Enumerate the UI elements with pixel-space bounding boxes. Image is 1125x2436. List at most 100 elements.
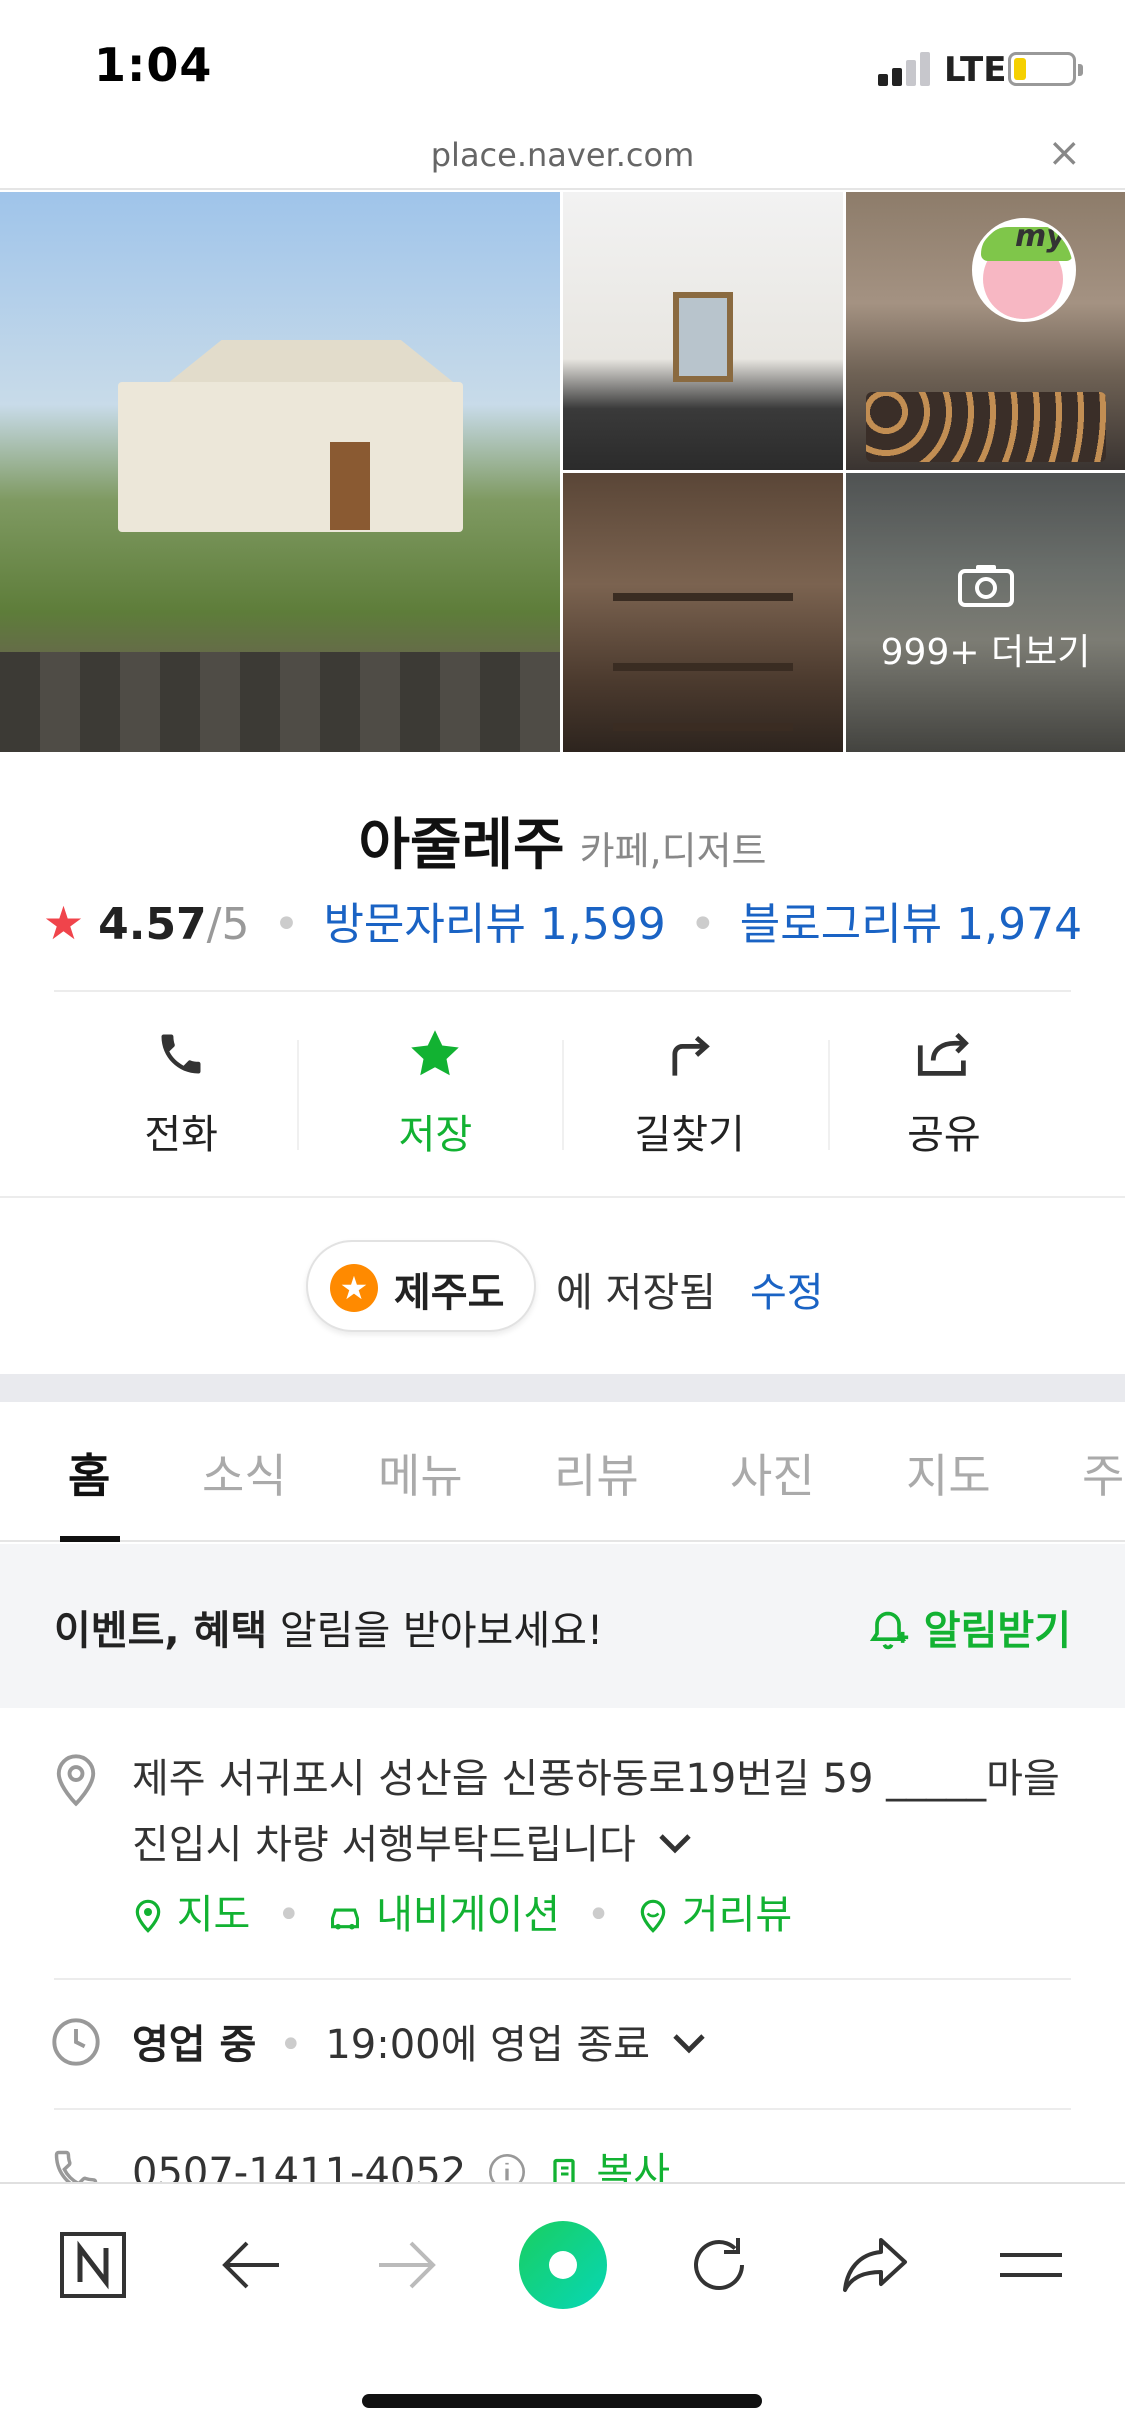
saved-text: 에 저장됨: [556, 1270, 716, 1316]
share-button[interactable]: 공유: [817, 1020, 1071, 1170]
action-bar: 전화 저장 길찾기 공유: [54, 1020, 1071, 1170]
streetview-label: 거리뷰: [681, 1892, 793, 1938]
bell-icon: [869, 1611, 909, 1650]
status-time: 1:04: [94, 38, 213, 92]
place-name: 아줄레주: [358, 813, 565, 878]
tab-more[interactable]: 주: [1082, 1440, 1124, 1506]
separator-dot: •: [273, 899, 300, 950]
arrow-left-icon: [222, 2241, 279, 2289]
folder-name: 제주도: [394, 1270, 505, 1316]
rating-max: /5: [206, 899, 250, 950]
divider: [562, 1040, 564, 1150]
pin-icon: [135, 1899, 161, 1933]
closing-time: 19:00에 영업 종료: [325, 2022, 651, 2068]
edit-link[interactable]: 수정: [750, 1260, 824, 1318]
subscribe-label: 알림받기: [923, 1608, 1071, 1654]
notice-rest: 알림을 받아보세요!: [267, 1608, 603, 1654]
my-badge[interactable]: my: [972, 218, 1076, 322]
section-gap: [0, 1374, 1125, 1402]
url-bar[interactable]: place.naver.com ×: [0, 130, 1125, 190]
subscribe-button[interactable]: 알림받기: [866, 1598, 1071, 1656]
notice-text: 이벤트, 혜택 알림을 받아보세요!: [54, 1598, 603, 1656]
share-arrow-icon: [843, 2238, 907, 2292]
navigation-label: 내비게이션: [376, 1892, 561, 1938]
tab-news[interactable]: 소식: [202, 1440, 287, 1506]
tab-bar: 홈 소식 메뉴 리뷰 사진 지도 주: [0, 1402, 1125, 1542]
place-category: 카페,디저트: [579, 829, 767, 873]
notice-bold: 이벤트, 혜택: [54, 1608, 268, 1654]
streetview-link[interactable]: 거리뷰: [624, 1892, 792, 1938]
tab-menu[interactable]: 메뉴: [378, 1440, 463, 1506]
divider: [0, 1196, 1125, 1198]
map-label: 지도: [176, 1892, 251, 1938]
photo-thumb[interactable]: [563, 473, 843, 752]
streetview-icon: [640, 1899, 666, 1933]
main-photo[interactable]: [0, 192, 560, 752]
refresh-button[interactable]: [674, 2220, 764, 2310]
signal-icon: [878, 52, 934, 86]
my-badge-label: my: [1015, 219, 1066, 254]
navigation-link[interactable]: 내비게이션: [315, 1892, 573, 1938]
clock-icon: [52, 2018, 100, 2066]
active-tab-indicator: [60, 1536, 120, 1542]
business-hours[interactable]: 영업 중 • 19:00에 영업 종료: [132, 2012, 709, 2070]
address-text[interactable]: 제주 서귀포시 성산읍 신풍하동로19번길 59 _____마을진입시 차량 서…: [132, 1746, 1072, 1878]
green-dot-button[interactable]: [518, 2220, 608, 2310]
close-icon[interactable]: ×: [1047, 130, 1081, 176]
share-icon: [917, 1032, 969, 1076]
naver-home-button[interactable]: [48, 2220, 138, 2310]
home-indicator[interactable]: [362, 2394, 762, 2408]
divider: [54, 990, 1071, 992]
url-text[interactable]: place.naver.com: [0, 136, 1125, 174]
photo-grid: 999+ 더보기: [0, 192, 1125, 752]
directions-button[interactable]: 길찾기: [563, 1020, 817, 1170]
menu-button[interactable]: [986, 2220, 1076, 2310]
share-page-button[interactable]: [830, 2220, 920, 2310]
divider: [828, 1040, 830, 1150]
star-icon: [411, 1030, 460, 1076]
battery-icon: [1008, 52, 1083, 86]
refresh-icon: [694, 2238, 744, 2291]
photo-thumb[interactable]: [563, 192, 843, 470]
blog-reviews-link[interactable]: 블로그리뷰 1,974: [740, 899, 1082, 950]
more-photos-label: 999+ 더보기: [880, 632, 1091, 673]
directions-label: 길찾기: [634, 1112, 745, 1158]
saved-status: ★ 제주도 에 저장됨 수정: [0, 1240, 1125, 1336]
separator-dot: •: [586, 1892, 611, 1938]
tab-home[interactable]: 홈: [68, 1440, 110, 1506]
visitor-reviews-link[interactable]: 방문자리뷰 1,599: [323, 899, 665, 950]
call-label: 전화: [144, 1112, 218, 1158]
notification-banner: 이벤트, 혜택 알림을 받아보세요! 알림받기: [0, 1544, 1125, 1708]
browser-toolbar: [0, 2182, 1125, 2436]
save-button[interactable]: 저장: [308, 1020, 562, 1170]
call-button[interactable]: 전화: [54, 1020, 308, 1170]
status-bar: 1:04 LTE: [0, 0, 1125, 130]
hamburger-icon: [1000, 2253, 1062, 2277]
back-button[interactable]: [206, 2220, 296, 2310]
forward-button[interactable]: [362, 2220, 452, 2310]
location-pin-icon: [56, 1754, 96, 1807]
network-label: LTE: [944, 50, 1007, 90]
tab-reviews[interactable]: 리뷰: [554, 1440, 639, 1506]
open-status: 영업 중: [132, 2022, 257, 2068]
directions-icon: [672, 1035, 710, 1076]
saved-folder-chip[interactable]: ★ 제주도: [306, 1240, 536, 1332]
star-icon: ★: [42, 896, 85, 950]
phone-icon: [161, 1034, 201, 1074]
rating-row: ★ 4.57/5 • 방문자리뷰 1,599 • 블로그리뷰 1,974: [0, 888, 1125, 952]
separator-dot: •: [277, 1892, 301, 1938]
star-icon: ★: [330, 1264, 378, 1312]
map-link[interactable]: 지도: [132, 1892, 263, 1938]
more-photos-button[interactable]: 999+ 더보기: [846, 473, 1125, 752]
chevron-down-icon[interactable]: [655, 1830, 695, 1858]
tab-photos[interactable]: 사진: [730, 1440, 815, 1506]
naver-logo-icon: [60, 2232, 126, 2298]
divider: [54, 1978, 1071, 1980]
arrow-right-icon: [379, 2241, 436, 2289]
place-title: 아줄레주 카페,디저트: [0, 800, 1125, 881]
chevron-down-icon[interactable]: [669, 2030, 709, 2058]
address-links: 지도 • 내비게이션 • 거리뷰: [132, 1882, 792, 1940]
tab-map[interactable]: 지도: [906, 1440, 991, 1506]
divider: [297, 1040, 299, 1150]
camera-icon: [958, 565, 1014, 607]
